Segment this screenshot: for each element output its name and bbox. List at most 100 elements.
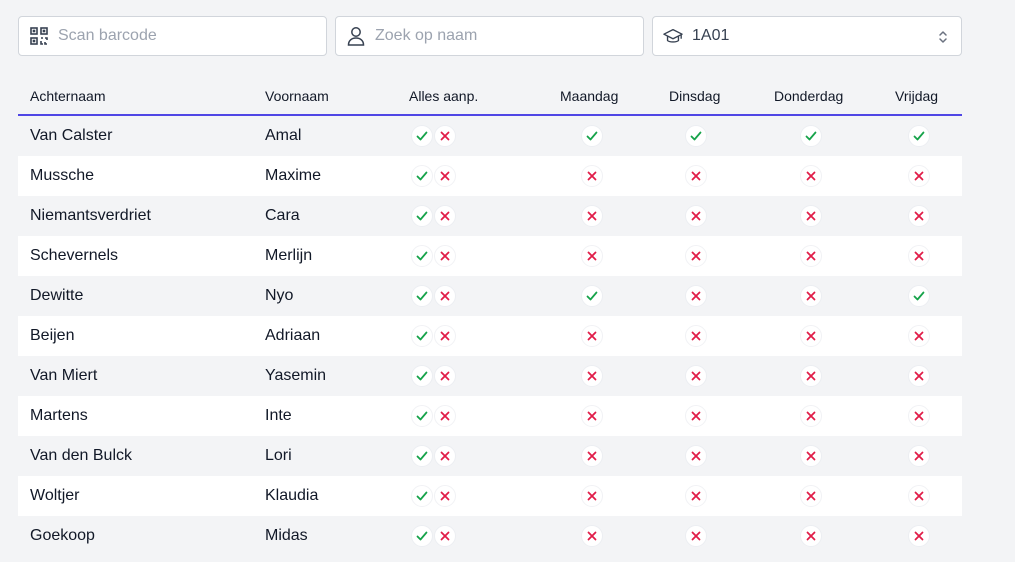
cell-achternaam: Martens bbox=[30, 407, 88, 424]
all-present-check-icon[interactable] bbox=[411, 405, 433, 427]
donderdag-cross-icon[interactable] bbox=[800, 285, 822, 307]
table-header: Achternaam Voornaam Alles aanp. Maandag … bbox=[18, 76, 962, 116]
vrijdag-cross-icon[interactable] bbox=[908, 205, 930, 227]
dinsdag-cross-icon[interactable] bbox=[685, 405, 707, 427]
barcode-field[interactable] bbox=[18, 16, 327, 56]
column-header-dinsdag: Dinsdag bbox=[669, 88, 721, 104]
cell-voornaam: Lori bbox=[265, 447, 292, 464]
attendance-table: Achternaam Voornaam Alles aanp. Maandag … bbox=[18, 76, 962, 556]
vrijdag-cross-icon[interactable] bbox=[908, 365, 930, 387]
maandag-cross-icon[interactable] bbox=[581, 365, 603, 387]
vrijdag-cross-icon[interactable] bbox=[908, 525, 930, 547]
all-present-check-icon[interactable] bbox=[411, 205, 433, 227]
donderdag-cross-icon[interactable] bbox=[800, 485, 822, 507]
column-header-alles-aanp: Alles aanp. bbox=[409, 88, 479, 104]
all-absent-cross-icon[interactable] bbox=[434, 125, 456, 147]
donderdag-cross-icon[interactable] bbox=[800, 365, 822, 387]
all-present-check-icon[interactable] bbox=[411, 445, 433, 467]
dinsdag-cross-icon[interactable] bbox=[685, 365, 707, 387]
vrijdag-check-icon[interactable] bbox=[908, 285, 930, 307]
all-present-check-icon[interactable] bbox=[411, 325, 433, 347]
table-row: Van Miert Yasemin bbox=[18, 356, 962, 396]
donderdag-cross-icon[interactable] bbox=[800, 445, 822, 467]
all-present-check-icon[interactable] bbox=[411, 485, 433, 507]
donderdag-cross-icon[interactable] bbox=[800, 405, 822, 427]
table-row: Dewitte Nyo bbox=[18, 276, 962, 316]
all-present-check-icon[interactable] bbox=[411, 245, 433, 267]
all-absent-cross-icon[interactable] bbox=[434, 365, 456, 387]
filter-bar: 1A01 bbox=[18, 16, 962, 58]
all-absent-cross-icon[interactable] bbox=[434, 285, 456, 307]
cell-voornaam: Merlijn bbox=[265, 247, 313, 264]
donderdag-cross-icon[interactable] bbox=[800, 525, 822, 547]
cell-voornaam: Amal bbox=[265, 127, 302, 144]
donderdag-cross-icon[interactable] bbox=[800, 325, 822, 347]
donderdag-cross-icon[interactable] bbox=[800, 245, 822, 267]
class-select[interactable]: 1A01 bbox=[652, 16, 962, 56]
all-present-check-icon[interactable] bbox=[411, 525, 433, 547]
cell-voornaam: Cara bbox=[265, 207, 300, 224]
name-search-input[interactable] bbox=[375, 27, 595, 45]
table-row: Schevernels Merlijn bbox=[18, 236, 962, 276]
maandag-cross-icon[interactable] bbox=[581, 165, 603, 187]
column-header-maandag: Maandag bbox=[560, 88, 619, 104]
vrijdag-check-icon[interactable] bbox=[908, 125, 930, 147]
column-header-achternaam[interactable]: Achternaam bbox=[30, 88, 105, 104]
dinsdag-cross-icon[interactable] bbox=[685, 325, 707, 347]
dinsdag-cross-icon[interactable] bbox=[685, 525, 707, 547]
all-absent-cross-icon[interactable] bbox=[434, 245, 456, 267]
dinsdag-cross-icon[interactable] bbox=[685, 485, 707, 507]
maandag-cross-icon[interactable] bbox=[581, 245, 603, 267]
maandag-check-icon[interactable] bbox=[581, 285, 603, 307]
dinsdag-cross-icon[interactable] bbox=[685, 445, 707, 467]
vrijdag-cross-icon[interactable] bbox=[908, 325, 930, 347]
maandag-cross-icon[interactable] bbox=[581, 405, 603, 427]
table-row: Goekoop Midas bbox=[18, 516, 962, 556]
cell-voornaam: Adriaan bbox=[265, 327, 321, 344]
cell-voornaam: Klaudia bbox=[265, 487, 319, 504]
table-row: Martens Inte bbox=[18, 396, 962, 436]
all-absent-cross-icon[interactable] bbox=[434, 165, 456, 187]
donderdag-cross-icon[interactable] bbox=[800, 205, 822, 227]
all-present-check-icon[interactable] bbox=[411, 125, 433, 147]
maandag-cross-icon[interactable] bbox=[581, 445, 603, 467]
maandag-cross-icon[interactable] bbox=[581, 525, 603, 547]
user-icon bbox=[346, 26, 366, 46]
all-present-check-icon[interactable] bbox=[411, 285, 433, 307]
all-absent-cross-icon[interactable] bbox=[434, 525, 456, 547]
dinsdag-cross-icon[interactable] bbox=[685, 245, 707, 267]
vrijdag-cross-icon[interactable] bbox=[908, 445, 930, 467]
vrijdag-cross-icon[interactable] bbox=[908, 405, 930, 427]
barcode-input[interactable] bbox=[58, 27, 278, 45]
donderdag-check-icon[interactable] bbox=[800, 125, 822, 147]
column-header-voornaam[interactable]: Voornaam bbox=[265, 88, 329, 104]
all-absent-cross-icon[interactable] bbox=[434, 485, 456, 507]
table-row: Van den Bulck Lori bbox=[18, 436, 962, 476]
vrijdag-cross-icon[interactable] bbox=[908, 485, 930, 507]
vrijdag-cross-icon[interactable] bbox=[908, 165, 930, 187]
vrijdag-cross-icon[interactable] bbox=[908, 245, 930, 267]
donderdag-cross-icon[interactable] bbox=[800, 165, 822, 187]
all-absent-cross-icon[interactable] bbox=[434, 445, 456, 467]
cell-voornaam: Yasemin bbox=[265, 367, 327, 384]
table-row: Mussche Maxime bbox=[18, 156, 962, 196]
dinsdag-cross-icon[interactable] bbox=[685, 285, 707, 307]
all-absent-cross-icon[interactable] bbox=[434, 405, 456, 427]
cell-achternaam: Dewitte bbox=[30, 287, 84, 304]
qr-code-icon bbox=[29, 26, 49, 46]
dinsdag-check-icon[interactable] bbox=[685, 125, 707, 147]
maandag-cross-icon[interactable] bbox=[581, 325, 603, 347]
all-absent-cross-icon[interactable] bbox=[434, 205, 456, 227]
all-absent-cross-icon[interactable] bbox=[434, 325, 456, 347]
maandag-cross-icon[interactable] bbox=[581, 485, 603, 507]
maandag-cross-icon[interactable] bbox=[581, 205, 603, 227]
dinsdag-cross-icon[interactable] bbox=[685, 165, 707, 187]
cell-voornaam: Nyo bbox=[265, 287, 294, 304]
all-present-check-icon[interactable] bbox=[411, 165, 433, 187]
all-present-check-icon[interactable] bbox=[411, 365, 433, 387]
dinsdag-cross-icon[interactable] bbox=[685, 205, 707, 227]
attendance-page: 1A01 Achternaam Voornaam Alles aanp. Maa… bbox=[0, 0, 1015, 562]
maandag-check-icon[interactable] bbox=[581, 125, 603, 147]
column-header-vrijdag: Vrijdag bbox=[895, 88, 939, 104]
name-search-field[interactable] bbox=[335, 16, 644, 56]
